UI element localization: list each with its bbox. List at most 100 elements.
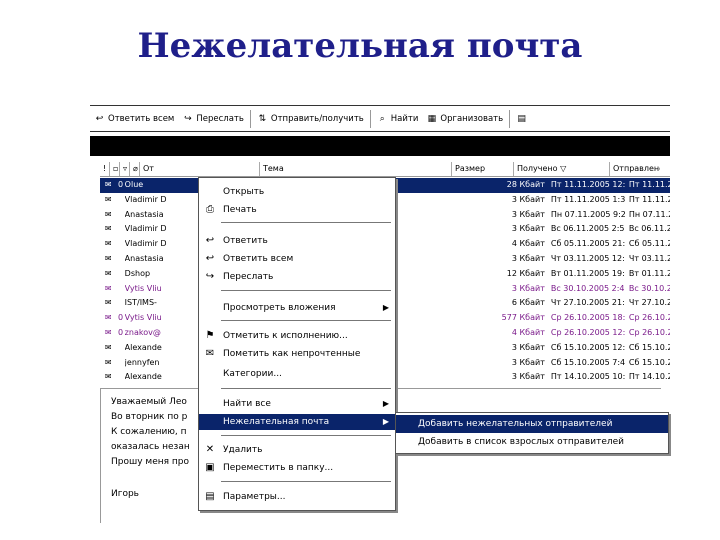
sort-arrow-icon: ▽ bbox=[560, 164, 567, 173]
message-sent: Пн 07.11.2 bbox=[628, 209, 670, 219]
menu-separator bbox=[221, 435, 391, 436]
envelope-icon: ✉ bbox=[104, 180, 112, 189]
send-receive-button[interactable]: ⇅ Отправить/получить bbox=[253, 109, 368, 129]
menu-item-forward[interactable]: ↪ Переслать bbox=[199, 269, 395, 285]
forward-button[interactable]: ↪ Переслать bbox=[178, 109, 248, 129]
attachment-indicator bbox=[116, 356, 124, 371]
message-received: Пт 11.11.2005 12:56 bbox=[550, 180, 625, 189]
menu-item-find-all[interactable]: Найти все ▶ bbox=[199, 396, 395, 412]
preview-line: Уважаемый Лео bbox=[111, 397, 187, 407]
attachment-indicator bbox=[116, 237, 124, 252]
message-sent: Вт 01.11.2 bbox=[628, 268, 670, 278]
icon-column-header[interactable]: ▫ bbox=[110, 162, 120, 176]
message-from: Vytis Vliu bbox=[124, 313, 162, 323]
menu-item-categories[interactable]: Категории... bbox=[199, 366, 395, 382]
reply-all-button[interactable]: ↩ Ответить всем bbox=[90, 109, 178, 129]
menu-item-options[interactable]: ▤ Параметры... bbox=[199, 489, 395, 505]
preview-signature: Игорь bbox=[111, 489, 139, 499]
reply-all-icon: ↩ bbox=[95, 114, 104, 124]
sent-column-header[interactable]: Отправлено bbox=[610, 162, 660, 176]
message-from: Anastasia bbox=[124, 253, 164, 263]
menu-item-print[interactable]: ⎙ Печать bbox=[199, 202, 395, 218]
menu-item-reply-all[interactable]: ↩ Ответить всем bbox=[199, 251, 395, 267]
attachment-indicator: 0 bbox=[118, 327, 124, 337]
envelope-icon: ✉ bbox=[205, 348, 215, 359]
envelope-icon: ✉ bbox=[104, 342, 112, 352]
forward-icon: ↪ bbox=[184, 114, 192, 124]
preview-line: оказалась незан bbox=[111, 442, 190, 452]
message-sent: Пт 11.11.2 bbox=[628, 194, 670, 204]
print-icon: ⎙ bbox=[206, 204, 214, 215]
delete-icon: ✕ bbox=[205, 444, 215, 455]
message-from: Olue bbox=[124, 180, 144, 189]
submenu-item-add-adult-senders[interactable]: Добавить в список взрослых отправителей bbox=[396, 433, 668, 451]
envelope-icon: ✉ bbox=[104, 224, 112, 234]
message-from: Anastasia bbox=[124, 209, 164, 219]
message-from: Alexande bbox=[124, 342, 162, 352]
attachment-indicator bbox=[116, 252, 124, 267]
message-from: Vladimir D bbox=[124, 194, 167, 204]
organize-icon: ▦ bbox=[427, 114, 437, 124]
message-received: Сб 05.11.2005 21:01 bbox=[550, 239, 625, 249]
menu-item-delete[interactable]: ✕ Удалить bbox=[199, 442, 395, 458]
find-icon: ⌕ bbox=[379, 114, 385, 124]
attachment-indicator bbox=[116, 341, 124, 356]
menu-item-move-to-folder[interactable]: ▣ Переместить в папку... bbox=[199, 460, 395, 476]
menu-item-mark-unread[interactable]: ✉ Пометить как непрочтенные bbox=[199, 346, 395, 362]
received-column-header[interactable]: Получено ▽ bbox=[514, 162, 610, 176]
message-received: Сб 15.10.2005 7:43 bbox=[550, 357, 625, 367]
envelope-icon: ✉ bbox=[104, 372, 112, 382]
flag-icon: ▿ bbox=[123, 164, 128, 173]
flag-column-header[interactable]: ▿ bbox=[120, 162, 130, 176]
menu-separator bbox=[221, 290, 391, 291]
envelope-icon: ✉ bbox=[104, 194, 112, 204]
address-book-button[interactable]: ▤ bbox=[512, 109, 531, 129]
paperclip-icon: ⌀ bbox=[133, 164, 138, 173]
slide-title: Нежелательная почта bbox=[137, 26, 583, 66]
attachment-column-header[interactable]: ⌀ bbox=[130, 162, 140, 176]
move-folder-icon: ▣ bbox=[205, 462, 215, 473]
size-column-header[interactable]: Размер bbox=[452, 162, 514, 176]
message-sent: Ср 26.10.2 bbox=[628, 327, 670, 337]
message-from: Vytis Vliu bbox=[124, 283, 162, 293]
message-from: IST/IMS- bbox=[124, 298, 157, 308]
envelope-icon: ✉ bbox=[104, 253, 112, 263]
message-from: znakov@ bbox=[124, 327, 161, 337]
subject-column-header[interactable]: Тема bbox=[260, 162, 452, 176]
address-book-icon: ▤ bbox=[517, 114, 526, 124]
junk-mail-submenu: Добавить нежелательных отправителей Доба… bbox=[395, 412, 669, 454]
send-receive-icon: ⇅ bbox=[258, 114, 267, 124]
toolbar-separator bbox=[369, 110, 371, 128]
attachment-indicator bbox=[116, 222, 124, 237]
message-received: Пт 11.11.2005 1:36 bbox=[550, 194, 625, 204]
message-list-header: ! ▫ ▿ ⌀ От Тема Размер Получено ▽ Отправ… bbox=[100, 162, 670, 177]
submenu-item-add-junk-senders[interactable]: Добавить нежелательных отправителей bbox=[396, 415, 668, 433]
menu-item-open[interactable]: Открыть bbox=[199, 184, 395, 200]
envelope-icon: ✉ bbox=[104, 209, 112, 219]
submenu-arrow-icon: ▶ bbox=[382, 399, 389, 408]
find-button[interactable]: ⌕ Найти bbox=[373, 109, 423, 129]
message-received: Сб 15.10.2005 12:27 bbox=[550, 342, 625, 352]
message-sent: Чт 27.10.2 bbox=[628, 298, 670, 308]
toolbar-separator bbox=[509, 110, 511, 128]
menu-item-flag[interactable]: ⚑ Отметить к исполнению... bbox=[199, 328, 395, 344]
submenu-arrow-icon: ▶ bbox=[382, 417, 389, 426]
message-from: Vladimir D bbox=[124, 224, 167, 234]
forward-icon: ↪ bbox=[205, 271, 215, 282]
message-sent: Чт 03.11.2 bbox=[628, 253, 670, 263]
menu-separator bbox=[221, 388, 391, 389]
importance-column-header[interactable]: ! bbox=[100, 162, 110, 176]
menu-separator bbox=[221, 320, 391, 321]
organize-button[interactable]: ▦ Организовать bbox=[422, 109, 507, 129]
envelope-icon: ✉ bbox=[104, 239, 112, 249]
menu-item-reply[interactable]: ↩ Ответить bbox=[199, 233, 395, 249]
toolbar-bottom-rule bbox=[90, 131, 670, 132]
message-sent: Пт 11.11.2 bbox=[628, 180, 670, 189]
message-received: Вс 30.10.2005 2:43 bbox=[550, 283, 625, 293]
from-column-header[interactable]: От bbox=[140, 162, 260, 176]
menu-item-view-attachments[interactable]: Просмотреть вложения ▶ bbox=[199, 300, 395, 316]
preview-line: К сожалению, п bbox=[111, 427, 187, 437]
reply-icon: ↩ bbox=[205, 235, 215, 246]
toolbar-top-rule bbox=[90, 105, 670, 106]
menu-item-junk-mail[interactable]: Нежелательная почта ▶ bbox=[199, 414, 395, 430]
